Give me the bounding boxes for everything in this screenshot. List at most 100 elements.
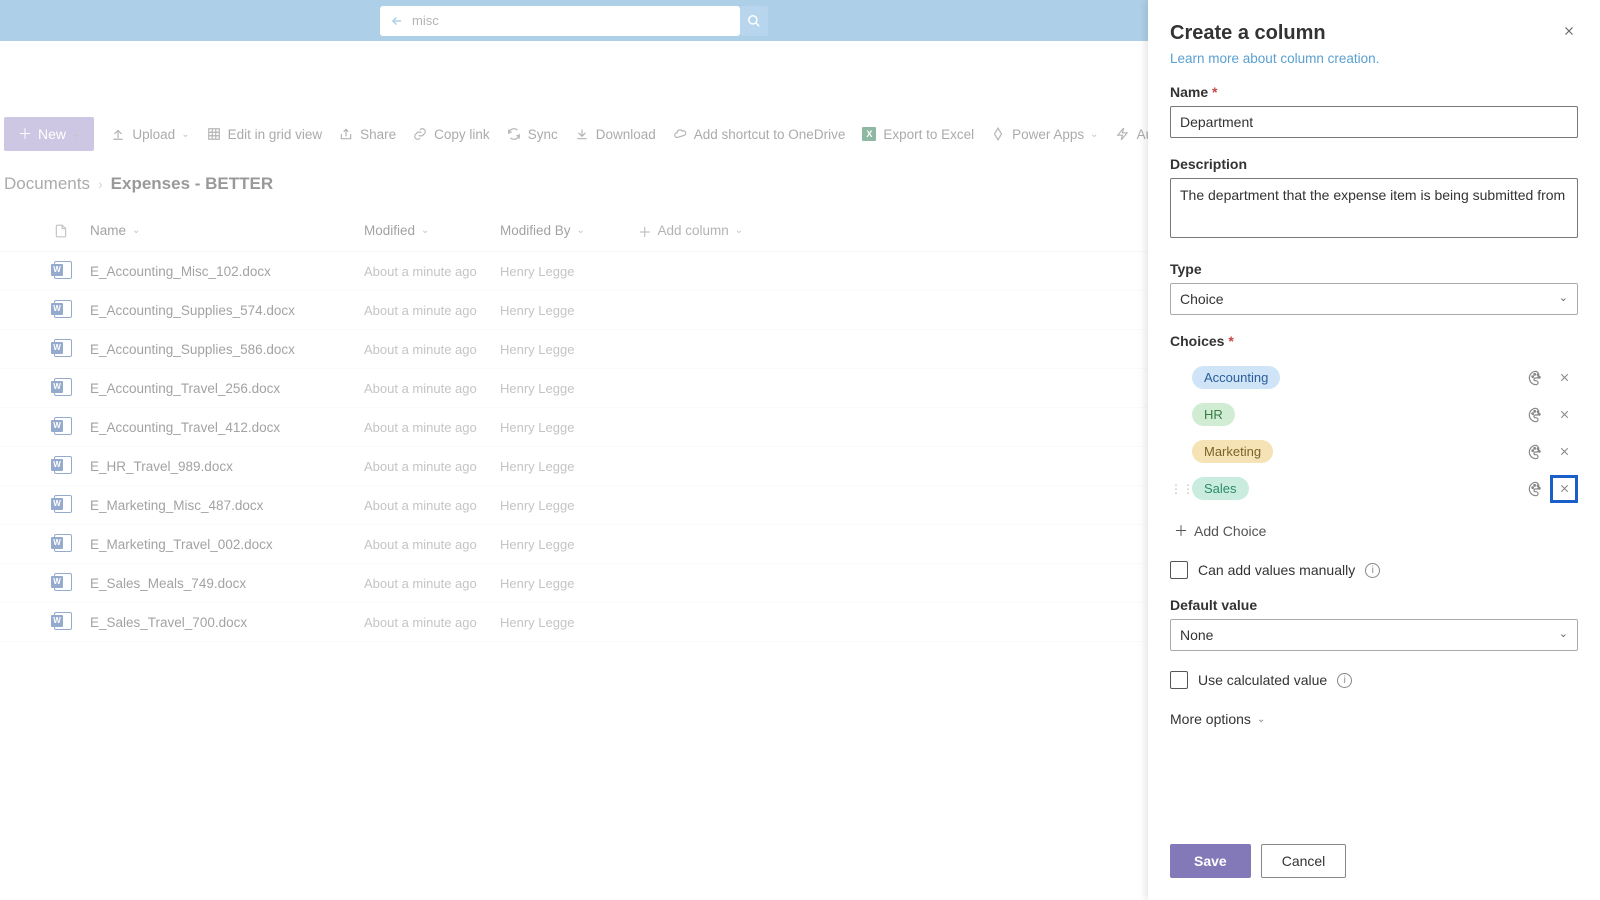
color-picker-icon[interactable] [1522,438,1550,466]
delete-choice-icon[interactable] [1550,438,1578,466]
new-button[interactable]: ＋ New ⌄ [4,117,94,151]
save-button[interactable]: Save [1170,844,1251,878]
copy-link-button[interactable]: Copy link [412,126,490,142]
default-value-label: Default value [1170,597,1578,613]
word-doc-icon [54,261,90,282]
drag-handle-icon[interactable]: ⋮⋮ [1170,482,1188,496]
info-icon[interactable]: i [1365,563,1380,578]
more-options-button[interactable]: More options ⌄ [1170,711,1578,727]
search-input[interactable]: misc [380,6,740,36]
edit-grid-button[interactable]: Edit in grid view [206,126,323,142]
add-choice-button[interactable]: ＋ Add Choice [1170,521,1578,541]
sync-button[interactable]: Sync [506,126,558,142]
delete-choice-icon[interactable] [1550,401,1578,429]
chevron-down-icon: ⌄ [1090,129,1098,140]
type-select[interactable]: Choice ⌄ [1170,283,1578,315]
back-icon[interactable] [390,14,404,28]
upload-button[interactable]: Upload ⌄ [110,126,189,142]
choice-pill[interactable]: Marketing [1192,440,1273,463]
choice-pill[interactable]: Sales [1192,477,1249,500]
table-row[interactable]: E_Accounting_Supplies_574.docx About a m… [0,291,1149,330]
table-row[interactable]: E_Accounting_Supplies_586.docx About a m… [0,330,1149,369]
choice-row[interactable]: ⋮⋮ Sales [1170,470,1578,507]
calculated-value-checkbox[interactable]: Use calculated value i [1170,671,1578,689]
name-label: Name * [1170,84,1578,100]
color-picker-icon[interactable] [1522,364,1550,392]
table-row[interactable]: E_Accounting_Travel_256.docx About a min… [0,369,1149,408]
modified-by[interactable]: Henry Legge [500,420,638,435]
file-name[interactable]: E_Sales_Travel_700.docx [90,615,364,630]
chevron-down-icon: ⌄ [1257,714,1265,725]
modified-time: About a minute ago [364,615,500,630]
table-row[interactable]: E_HR_Travel_989.docx About a minute ago … [0,447,1149,486]
table-row[interactable]: E_Marketing_Travel_002.docx About a minu… [0,525,1149,564]
automate-icon [1115,126,1131,142]
file-name[interactable]: E_Accounting_Supplies_574.docx [90,303,364,318]
file-name[interactable]: E_HR_Travel_989.docx [90,459,364,474]
cancel-button[interactable]: Cancel [1261,844,1347,878]
modified-by[interactable]: Henry Legge [500,498,638,513]
file-name[interactable]: E_Marketing_Travel_002.docx [90,537,364,552]
export-excel-button[interactable]: X Export to Excel [861,126,974,142]
table-row[interactable]: E_Sales_Travel_700.docx About a minute a… [0,603,1149,642]
file-name[interactable]: E_Accounting_Travel_412.docx [90,420,364,435]
file-name[interactable]: E_Sales_Meals_749.docx [90,576,364,591]
shortcut-button[interactable]: Add shortcut to OneDrive [672,126,846,142]
modified-by[interactable]: Henry Legge [500,537,638,552]
command-bar: ＋ New ⌄ Upload ⌄ Edit in grid view Share… [0,118,1149,150]
share-button[interactable]: Share [338,126,396,142]
power-apps-button[interactable]: Power Apps ⌄ [990,126,1098,142]
modified-by[interactable]: Henry Legge [500,615,638,630]
table-row[interactable]: E_Marketing_Misc_487.docx About a minute… [0,486,1149,525]
info-icon[interactable]: i [1337,673,1352,688]
column-name[interactable]: Name⌄ [90,223,364,238]
close-button[interactable] [1560,22,1578,40]
default-value-select[interactable]: None ⌄ [1170,619,1578,651]
choice-row[interactable]: ⋮⋮ Marketing [1170,433,1578,470]
column-modified[interactable]: Modified⌄ [364,223,500,238]
share-icon [338,126,354,142]
color-picker-icon[interactable] [1522,475,1550,503]
modified-by[interactable]: Henry Legge [500,264,638,279]
chevron-down-icon: ⌄ [132,225,140,236]
file-name[interactable]: E_Accounting_Travel_256.docx [90,381,364,396]
choice-pill[interactable]: Accounting [1192,366,1280,389]
delete-choice-icon[interactable] [1550,364,1578,392]
choice-pill[interactable]: HR [1192,403,1235,426]
table-header: Name⌄ Modified⌄ Modified By⌄ ＋Add column… [0,210,1149,252]
download-button[interactable]: Download [574,126,656,142]
description-input[interactable] [1170,178,1578,238]
table-row[interactable]: E_Accounting_Travel_412.docx About a min… [0,408,1149,447]
modified-by[interactable]: Henry Legge [500,576,638,591]
table-row[interactable]: E_Sales_Meals_749.docx About a minute ag… [0,564,1149,603]
modified-time: About a minute ago [364,498,500,513]
learn-more-link[interactable]: Learn more about column creation. [1170,51,1379,66]
modified-by[interactable]: Henry Legge [500,342,638,357]
word-doc-icon [54,417,90,438]
choice-row[interactable]: ⋮⋮ HR [1170,396,1578,433]
breadcrumb-root[interactable]: Documents [4,174,90,194]
add-column-button[interactable]: ＋Add column⌄ [638,221,743,241]
word-doc-icon [54,378,90,399]
choice-row[interactable]: ⋮⋮ Accounting [1170,359,1578,396]
manual-values-checkbox[interactable]: Can add values manually i [1170,561,1578,579]
file-name[interactable]: E_Marketing_Misc_487.docx [90,498,364,513]
excel-icon: X [861,126,877,142]
modified-by[interactable]: Henry Legge [500,459,638,474]
doc-type-icon[interactable] [54,223,90,239]
word-doc-icon [54,456,90,477]
search-button[interactable] [740,6,768,36]
file-name[interactable]: E_Accounting_Misc_102.docx [90,264,364,279]
table-row[interactable]: E_Accounting_Misc_102.docx About a minut… [0,252,1149,291]
modified-by[interactable]: Henry Legge [500,381,638,396]
panel-subtitle: Learn more about column creation. [1170,51,1578,66]
column-modified-by[interactable]: Modified By⌄ [500,223,638,238]
file-name[interactable]: E_Accounting_Supplies_586.docx [90,342,364,357]
name-input[interactable] [1170,106,1578,138]
search-text: misc [412,13,439,28]
delete-choice-icon[interactable] [1550,475,1578,503]
breadcrumb-current: Expenses - BETTER [111,174,274,194]
color-picker-icon[interactable] [1522,401,1550,429]
link-icon [412,126,428,142]
modified-by[interactable]: Henry Legge [500,303,638,318]
